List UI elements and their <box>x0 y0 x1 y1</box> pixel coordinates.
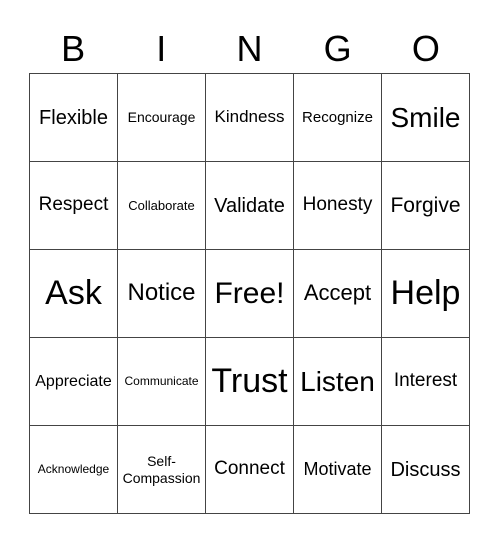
bingo-cell[interactable]: Encourage <box>118 74 206 162</box>
bingo-cell[interactable]: Appreciate <box>30 338 118 426</box>
header-letter-o: O <box>411 28 440 69</box>
header-letter-i: I <box>156 28 167 69</box>
bingo-cell[interactable]: Validate <box>206 162 294 250</box>
bingo-grid: Flexible Encourage Kindness Recognize Smile R… <box>29 73 470 514</box>
bingo-cell[interactable]: Interest <box>382 338 470 426</box>
bingo-cell[interactable]: Flexible <box>30 74 118 162</box>
bingo-cell[interactable]: Accept <box>294 250 382 338</box>
bingo-cell[interactable]: Connect <box>206 426 294 514</box>
bingo-cell[interactable]: Respect <box>30 162 118 250</box>
bingo-cell[interactable]: Kindness <box>206 74 294 162</box>
bingo-cell[interactable]: Acknowledge <box>30 426 118 514</box>
header-letter-n: N <box>236 28 263 69</box>
free-space-cell[interactable]: Free! <box>206 250 294 338</box>
bingo-cell[interactable]: Forgive <box>382 162 470 250</box>
bingo-header: B I N G O <box>29 24 470 74</box>
bingo-cell[interactable]: Collaborate <box>118 162 206 250</box>
bingo-cell[interactable]: Honesty <box>294 162 382 250</box>
bingo-cell[interactable]: Smile <box>382 74 470 162</box>
bingo-cell[interactable]: Help <box>382 250 470 338</box>
bingo-cell[interactable]: Notice <box>118 250 206 338</box>
bingo-cell[interactable]: Self- Compassion <box>118 426 206 514</box>
bingo-cell[interactable]: Listen <box>294 338 382 426</box>
header-letter-g: G <box>323 28 352 69</box>
bingo-cell[interactable]: Trust <box>206 338 294 426</box>
bingo-cell[interactable]: Ask <box>30 250 118 338</box>
bingo-cell[interactable]: Motivate <box>294 426 382 514</box>
bingo-cell[interactable]: Recognize <box>294 74 382 162</box>
bingo-cell[interactable]: Communicate <box>118 338 206 426</box>
header-letter-b: B <box>61 28 86 69</box>
bingo-cell[interactable]: Discuss <box>382 426 470 514</box>
